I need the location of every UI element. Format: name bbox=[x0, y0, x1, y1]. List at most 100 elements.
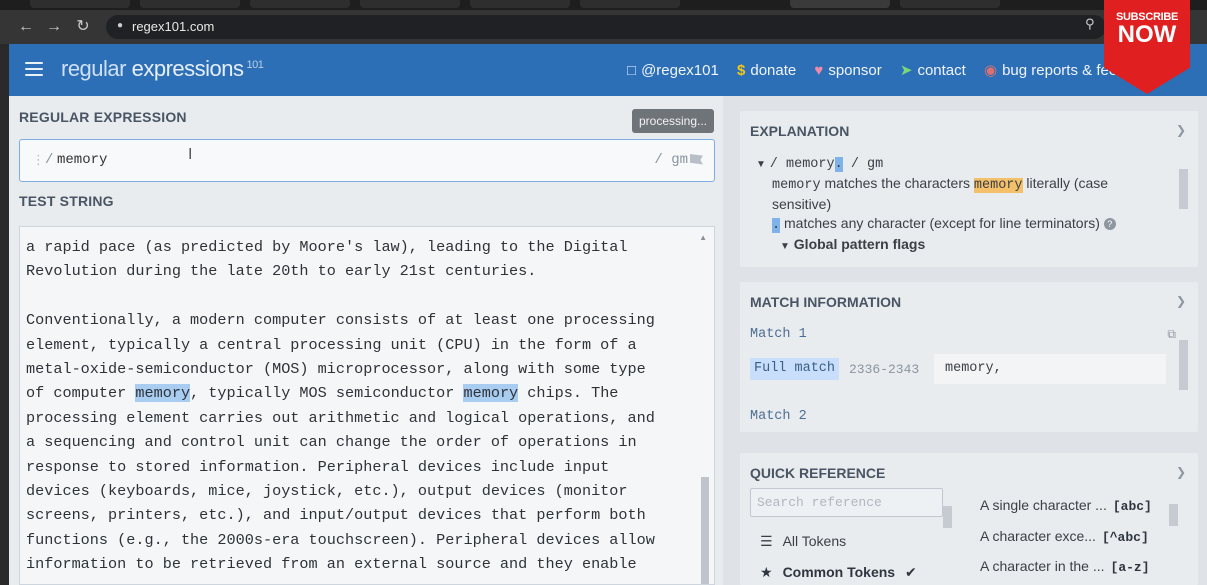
caret-down-icon[interactable]: ▼ bbox=[756, 159, 766, 170]
lock-icon: ● bbox=[117, 20, 124, 31]
test-string-editor[interactable]: a rapid pace (as predicted by Moore's la… bbox=[19, 226, 715, 585]
scrollbar-thumb[interactable] bbox=[701, 477, 709, 584]
back-icon[interactable]: ← bbox=[16, 17, 36, 37]
explanation-body: ▼ / memory. / gm memory matches the char… bbox=[756, 153, 1176, 263]
tree-flags: / gm bbox=[842, 157, 884, 172]
match-highlight: memory bbox=[463, 384, 519, 403]
test-string-line: a sequencing and control unit can change… bbox=[26, 430, 696, 454]
reload-icon[interactable]: ↻ bbox=[73, 17, 93, 37]
regex-input-box[interactable]: ⋮ / memory I / gm bbox=[19, 139, 715, 182]
ref-item[interactable]: A character exce... [^abc] bbox=[980, 528, 1149, 545]
test-string-line: Conventionally, a modern computer consis… bbox=[26, 308, 696, 332]
ref-desc: A character exce... bbox=[980, 528, 1096, 544]
match-value[interactable]: memory, bbox=[934, 354, 1166, 384]
forward-icon[interactable]: → bbox=[44, 17, 64, 37]
flag-icon[interactable] bbox=[690, 154, 703, 165]
explanation-title: EXPLANATION bbox=[750, 123, 850, 139]
test-string-segment: element, typically a central processing … bbox=[26, 335, 637, 354]
donate-link-label: donate bbox=[750, 62, 797, 79]
site-logo[interactable]: regular expressions 101 bbox=[61, 56, 264, 82]
browser-tab[interactable] bbox=[250, 0, 350, 8]
delimiter-grip-icon[interactable]: ⋮ bbox=[32, 152, 45, 168]
browser-tab[interactable] bbox=[580, 0, 680, 8]
test-string-segment: response to stored information. Peripher… bbox=[26, 457, 610, 476]
test-string-line: functions (e.g., the 2000s-era touchscre… bbox=[26, 528, 696, 552]
match-1-label: Match 1 bbox=[750, 327, 807, 342]
share-icon[interactable]: ⧉ bbox=[1167, 327, 1176, 342]
test-string-segment: devices (keyboards, mice, joystick, etc.… bbox=[26, 482, 628, 501]
test-string-segment: of computer bbox=[26, 384, 136, 403]
qr-list-scrollbar[interactable] bbox=[943, 506, 952, 528]
browser-tab[interactable] bbox=[30, 0, 130, 8]
explanation-line-2: sensitive) bbox=[772, 196, 832, 212]
match-scrollbar[interactable] bbox=[1179, 340, 1188, 390]
chevron-down-icon[interactable]: ❯ bbox=[1176, 294, 1186, 308]
test-string-segment: metal-oxide-semiconductor (MOS) micropro… bbox=[26, 360, 646, 379]
test-string-segment: , typically MOS semiconductor bbox=[190, 384, 464, 403]
menu-icon[interactable] bbox=[25, 62, 43, 76]
site-header: regular expressions 101 □ @regex101 $ donat… bbox=[9, 44, 1207, 96]
ref-token: [a-z] bbox=[1110, 560, 1150, 575]
header-links: □ @regex101 $ donate ♥ sponsor ➤ contact ◉ bu… bbox=[627, 61, 1180, 79]
tree-regex: / memory bbox=[769, 157, 835, 172]
test-string-line: Revolution during the late 20th to early… bbox=[26, 259, 696, 283]
browser-tab[interactable] bbox=[900, 0, 1000, 8]
test-string-line bbox=[26, 284, 696, 308]
brand-regular: regular bbox=[61, 56, 126, 81]
info-column: EXPLANATION ❯ ▼ / memory. / gm memory ma… bbox=[723, 96, 1207, 585]
paper-plane-icon: ➤ bbox=[899, 62, 913, 79]
sponsor-link[interactable]: ♥ sponsor bbox=[814, 62, 881, 79]
url-field[interactable]: ● regex101.com bbox=[106, 15, 1106, 39]
common-tokens-item[interactable]: ★ Common Tokens ✔ bbox=[760, 564, 917, 581]
token-dot: . bbox=[772, 218, 781, 233]
regex-input[interactable]: memory bbox=[57, 152, 107, 168]
heart-icon: ♥ bbox=[814, 62, 824, 79]
browser-tab[interactable] bbox=[140, 0, 240, 8]
match-highlight: memory bbox=[135, 384, 191, 403]
ref-item[interactable]: A character in the ... [a-z] bbox=[980, 558, 1150, 575]
test-string-line: processing element carries out arithmeti… bbox=[26, 406, 696, 430]
all-tokens-item[interactable]: ☰ All Tokens bbox=[760, 533, 846, 550]
regex-open-delimiter: / bbox=[45, 152, 54, 168]
reference-search-input[interactable]: Search reference bbox=[750, 488, 943, 517]
twitter-icon: □ bbox=[627, 62, 637, 79]
browser-tab[interactable] bbox=[470, 0, 570, 8]
test-string-segment: a rapid pace (as predicted by Moore's la… bbox=[26, 238, 628, 256]
test-string-segment: processing element carries out arithmeti… bbox=[26, 408, 655, 427]
browser-tab-strip bbox=[0, 0, 1207, 10]
test-string-segment: screens, printers, etc.), and input/outp… bbox=[26, 506, 646, 525]
donate-link[interactable]: $ donate bbox=[737, 62, 796, 79]
ref-item[interactable]: A single character ... [abc] bbox=[980, 497, 1152, 514]
dollar-icon: $ bbox=[737, 62, 746, 79]
twitter-link[interactable]: □ @regex101 bbox=[627, 62, 719, 79]
tree-dot: . bbox=[834, 157, 843, 172]
chevron-down-icon[interactable]: ❯ bbox=[1176, 123, 1186, 137]
chevron-down-icon[interactable]: ❯ bbox=[1176, 465, 1186, 479]
test-string-line: a rapid pace (as predicted by Moore's la… bbox=[26, 235, 696, 259]
bug-icon: ◉ bbox=[984, 62, 998, 79]
explanation-line-1: memory matches the characters memory lit… bbox=[756, 174, 1176, 195]
qr-ref-scrollbar[interactable] bbox=[1169, 504, 1178, 526]
browser-tab-active[interactable] bbox=[790, 0, 890, 8]
test-string-line: response to stored information. Peripher… bbox=[26, 455, 696, 479]
test-string-line: of computer memory, typically MOS semico… bbox=[26, 381, 696, 405]
test-string-line: information to be retrieved from an exte… bbox=[26, 552, 696, 576]
scroll-up-icon[interactable]: ▲ bbox=[699, 233, 707, 242]
brand-expressions: expressions bbox=[125, 56, 244, 81]
explanation-scrollbar[interactable] bbox=[1179, 169, 1188, 209]
help-icon[interactable]: ? bbox=[1103, 218, 1116, 231]
explanation-tree-line: ▼ / memory. / gm bbox=[756, 153, 1176, 174]
test-string-line: element, typically a central processing … bbox=[26, 333, 696, 357]
zoom-icon[interactable]: ⚲ bbox=[1085, 16, 1095, 32]
text-cursor-icon: I bbox=[188, 146, 193, 163]
all-tokens-label: All Tokens bbox=[782, 533, 847, 549]
test-string-text[interactable]: a rapid pace (as predicted by Moore's la… bbox=[26, 235, 696, 577]
regex-flags[interactable]: / gm bbox=[654, 152, 688, 168]
contact-link-label: contact bbox=[917, 62, 966, 79]
url-text: regex101.com bbox=[132, 19, 215, 34]
browser-tab[interactable] bbox=[360, 0, 460, 8]
contact-link[interactable]: ➤ contact bbox=[900, 62, 966, 79]
caret-down-icon[interactable]: ▼ bbox=[780, 241, 790, 252]
check-icon: ✔ bbox=[904, 564, 917, 580]
ref-desc: A character in the ... bbox=[980, 558, 1105, 574]
